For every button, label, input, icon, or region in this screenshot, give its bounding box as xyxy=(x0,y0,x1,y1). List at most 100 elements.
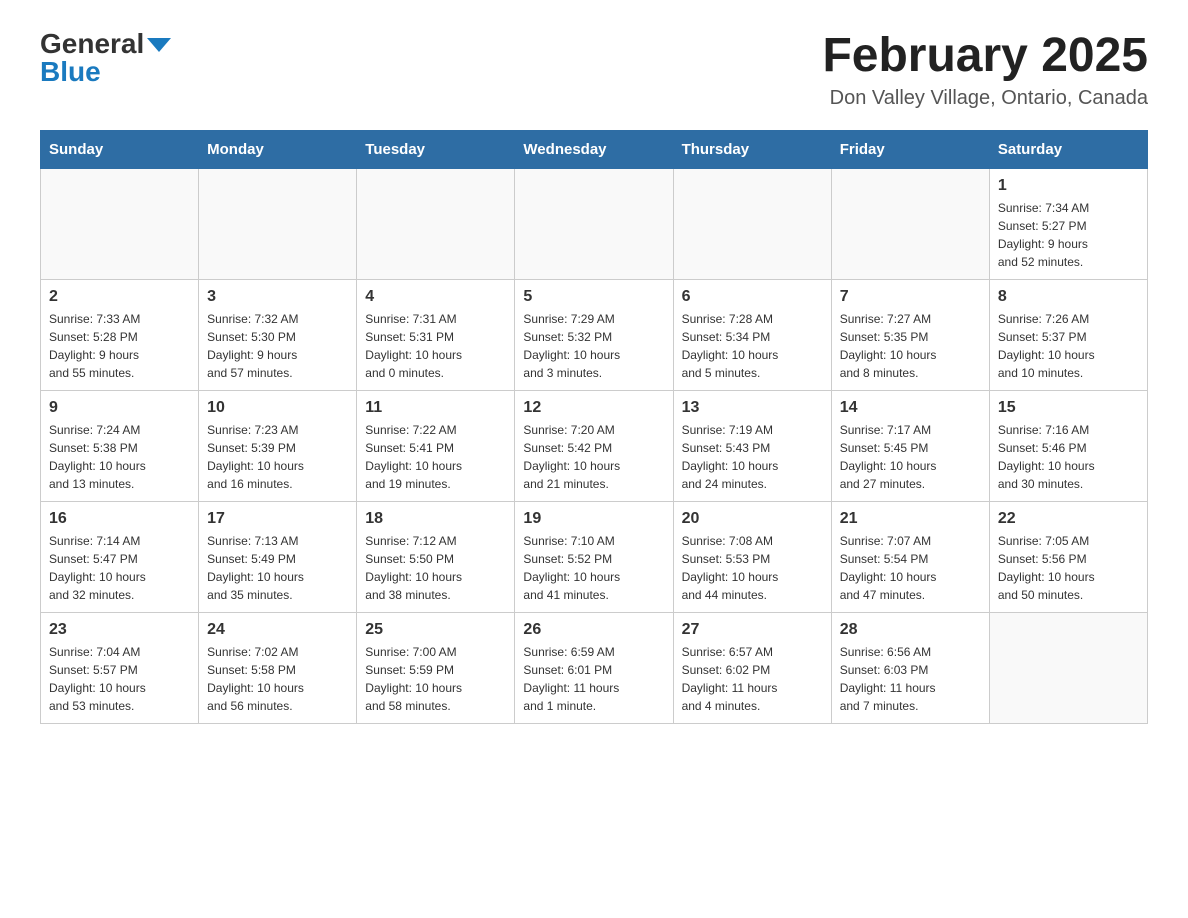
day-cell xyxy=(199,168,357,279)
day-info: Sunrise: 7:04 AMSunset: 5:57 PMDaylight:… xyxy=(49,643,190,715)
day-number: 6 xyxy=(682,288,823,306)
day-info: Sunrise: 7:29 AMSunset: 5:32 PMDaylight:… xyxy=(523,310,664,382)
day-cell: 24 Sunrise: 7:02 AMSunset: 5:58 PMDayligh… xyxy=(199,612,357,723)
day-number: 27 xyxy=(682,621,823,639)
day-cell: 4 Sunrise: 7:31 AMSunset: 5:31 PMDaylight… xyxy=(357,279,515,390)
logo-arrow-icon xyxy=(147,38,171,52)
day-cell: 3 Sunrise: 7:32 AMSunset: 5:30 PMDaylight… xyxy=(199,279,357,390)
day-info: Sunrise: 7:02 AMSunset: 5:58 PMDaylight:… xyxy=(207,643,348,715)
day-number: 25 xyxy=(365,621,506,639)
day-info: Sunrise: 7:20 AMSunset: 5:42 PMDaylight:… xyxy=(523,421,664,493)
day-cell: 8Sunrise: 7:26 AMSunset: 5:37 PMDaylight… xyxy=(989,279,1147,390)
day-info: Sunrise: 7:34 AMSunset: 5:27 PMDaylight:… xyxy=(998,199,1139,271)
day-cell: 11 Sunrise: 7:22 AMSunset: 5:41 PMDayligh… xyxy=(357,390,515,501)
day-info: Sunrise: 7:00 AMSunset: 5:59 PMDaylight:… xyxy=(365,643,506,715)
day-info: Sunrise: 7:05 AMSunset: 5:56 PMDaylight:… xyxy=(998,532,1139,604)
day-header-monday: Monday xyxy=(199,130,357,168)
week-row-2: 2 Sunrise: 7:33 AMSunset: 5:28 PMDaylight… xyxy=(41,279,1148,390)
day-cell: 26 Sunrise: 6:59 AMSunset: 6:01 PMDayligh… xyxy=(515,612,673,723)
day-number: 9 xyxy=(49,399,190,417)
day-number: 1 xyxy=(998,177,1139,195)
day-cell: 25 Sunrise: 7:00 AMSunset: 5:59 PMDayligh… xyxy=(357,612,515,723)
day-cell: 18 Sunrise: 7:12 AMSunset: 5:50 PMDayligh… xyxy=(357,501,515,612)
week-row-4: 16Sunrise: 7:14 AMSunset: 5:47 PMDayligh… xyxy=(41,501,1148,612)
day-number: 11 xyxy=(365,399,506,417)
week-row-1: 1 Sunrise: 7:34 AMSunset: 5:27 PMDaylight… xyxy=(41,168,1148,279)
day-number: 14 xyxy=(840,399,981,417)
logo: General Blue xyxy=(40,30,171,86)
location-text: Don Valley Village, Ontario, Canada xyxy=(822,87,1148,110)
day-cell xyxy=(989,612,1147,723)
day-number: 19 xyxy=(523,510,664,528)
day-info: Sunrise: 7:23 AMSunset: 5:39 PMDaylight:… xyxy=(207,421,348,493)
day-info: Sunrise: 7:27 AMSunset: 5:35 PMDaylight:… xyxy=(840,310,981,382)
day-info: Sunrise: 7:17 AMSunset: 5:45 PMDaylight:… xyxy=(840,421,981,493)
day-cell: 15 Sunrise: 7:16 AMSunset: 5:46 PMDayligh… xyxy=(989,390,1147,501)
day-cell: 22 Sunrise: 7:05 AMSunset: 5:56 PMDayligh… xyxy=(989,501,1147,612)
day-cell: 13Sunrise: 7:19 AMSunset: 5:43 PMDayligh… xyxy=(673,390,831,501)
day-cell: 19 Sunrise: 7:10 AMSunset: 5:52 PMDayligh… xyxy=(515,501,673,612)
day-number: 12 xyxy=(523,399,664,417)
week-row-5: 23 Sunrise: 7:04 AMSunset: 5:57 PMDayligh… xyxy=(41,612,1148,723)
logo-general-text: General xyxy=(40,30,144,58)
day-number: 8 xyxy=(998,288,1139,306)
logo-blue-text: Blue xyxy=(40,58,101,86)
day-cell xyxy=(673,168,831,279)
day-cell xyxy=(357,168,515,279)
day-header-saturday: Saturday xyxy=(989,130,1147,168)
day-headers-row: SundayMondayTuesdayWednesdayThursdayFrid… xyxy=(41,130,1148,168)
day-info: Sunrise: 6:59 AMSunset: 6:01 PMDaylight:… xyxy=(523,643,664,715)
day-cell xyxy=(515,168,673,279)
week-row-3: 9 Sunrise: 7:24 AMSunset: 5:38 PMDaylight… xyxy=(41,390,1148,501)
day-number: 26 xyxy=(523,621,664,639)
day-info: Sunrise: 7:31 AMSunset: 5:31 PMDaylight:… xyxy=(365,310,506,382)
day-info: Sunrise: 7:33 AMSunset: 5:28 PMDaylight:… xyxy=(49,310,190,382)
day-cell: 9 Sunrise: 7:24 AMSunset: 5:38 PMDaylight… xyxy=(41,390,199,501)
day-info: Sunrise: 7:14 AMSunset: 5:47 PMDaylight:… xyxy=(49,532,190,604)
day-header-wednesday: Wednesday xyxy=(515,130,673,168)
day-number: 2 xyxy=(49,288,190,306)
day-number: 23 xyxy=(49,621,190,639)
day-cell: 27 Sunrise: 6:57 AMSunset: 6:02 PMDayligh… xyxy=(673,612,831,723)
day-cell xyxy=(41,168,199,279)
day-info: Sunrise: 7:24 AMSunset: 5:38 PMDaylight:… xyxy=(49,421,190,493)
day-header-thursday: Thursday xyxy=(673,130,831,168)
day-info: Sunrise: 7:13 AMSunset: 5:49 PMDaylight:… xyxy=(207,532,348,604)
day-number: 20 xyxy=(682,510,823,528)
day-number: 22 xyxy=(998,510,1139,528)
day-header-friday: Friday xyxy=(831,130,989,168)
day-info: Sunrise: 7:07 AMSunset: 5:54 PMDaylight:… xyxy=(840,532,981,604)
day-info: Sunrise: 7:12 AMSunset: 5:50 PMDaylight:… xyxy=(365,532,506,604)
day-info: Sunrise: 7:32 AMSunset: 5:30 PMDaylight:… xyxy=(207,310,348,382)
day-cell: 7 Sunrise: 7:27 AMSunset: 5:35 PMDaylight… xyxy=(831,279,989,390)
day-header-sunday: Sunday xyxy=(41,130,199,168)
day-cell: 14 Sunrise: 7:17 AMSunset: 5:45 PMDayligh… xyxy=(831,390,989,501)
day-info: Sunrise: 7:22 AMSunset: 5:41 PMDaylight:… xyxy=(365,421,506,493)
day-number: 3 xyxy=(207,288,348,306)
day-number: 15 xyxy=(998,399,1139,417)
day-header-tuesday: Tuesday xyxy=(357,130,515,168)
title-block: February 2025 Don Valley Village, Ontari… xyxy=(822,30,1148,110)
day-number: 21 xyxy=(840,510,981,528)
day-info: Sunrise: 7:10 AMSunset: 5:52 PMDaylight:… xyxy=(523,532,664,604)
day-number: 7 xyxy=(840,288,981,306)
day-number: 5 xyxy=(523,288,664,306)
day-info: Sunrise: 7:16 AMSunset: 5:46 PMDaylight:… xyxy=(998,421,1139,493)
day-number: 18 xyxy=(365,510,506,528)
day-info: Sunrise: 6:57 AMSunset: 6:02 PMDaylight:… xyxy=(682,643,823,715)
day-cell: 17 Sunrise: 7:13 AMSunset: 5:49 PMDayligh… xyxy=(199,501,357,612)
day-info: Sunrise: 7:19 AMSunset: 5:43 PMDaylight:… xyxy=(682,421,823,493)
day-info: Sunrise: 7:28 AMSunset: 5:34 PMDaylight:… xyxy=(682,310,823,382)
day-cell: 2 Sunrise: 7:33 AMSunset: 5:28 PMDaylight… xyxy=(41,279,199,390)
day-cell: 1 Sunrise: 7:34 AMSunset: 5:27 PMDaylight… xyxy=(989,168,1147,279)
day-cell: 5 Sunrise: 7:29 AMSunset: 5:32 PMDaylight… xyxy=(515,279,673,390)
day-number: 28 xyxy=(840,621,981,639)
day-cell: 16Sunrise: 7:14 AMSunset: 5:47 PMDayligh… xyxy=(41,501,199,612)
day-number: 24 xyxy=(207,621,348,639)
day-cell xyxy=(831,168,989,279)
page-header: General Blue February 2025 Don Valley Vi… xyxy=(40,30,1148,110)
day-info: Sunrise: 7:08 AMSunset: 5:53 PMDaylight:… xyxy=(682,532,823,604)
day-number: 4 xyxy=(365,288,506,306)
day-cell: 21 Sunrise: 7:07 AMSunset: 5:54 PMDayligh… xyxy=(831,501,989,612)
day-number: 17 xyxy=(207,510,348,528)
